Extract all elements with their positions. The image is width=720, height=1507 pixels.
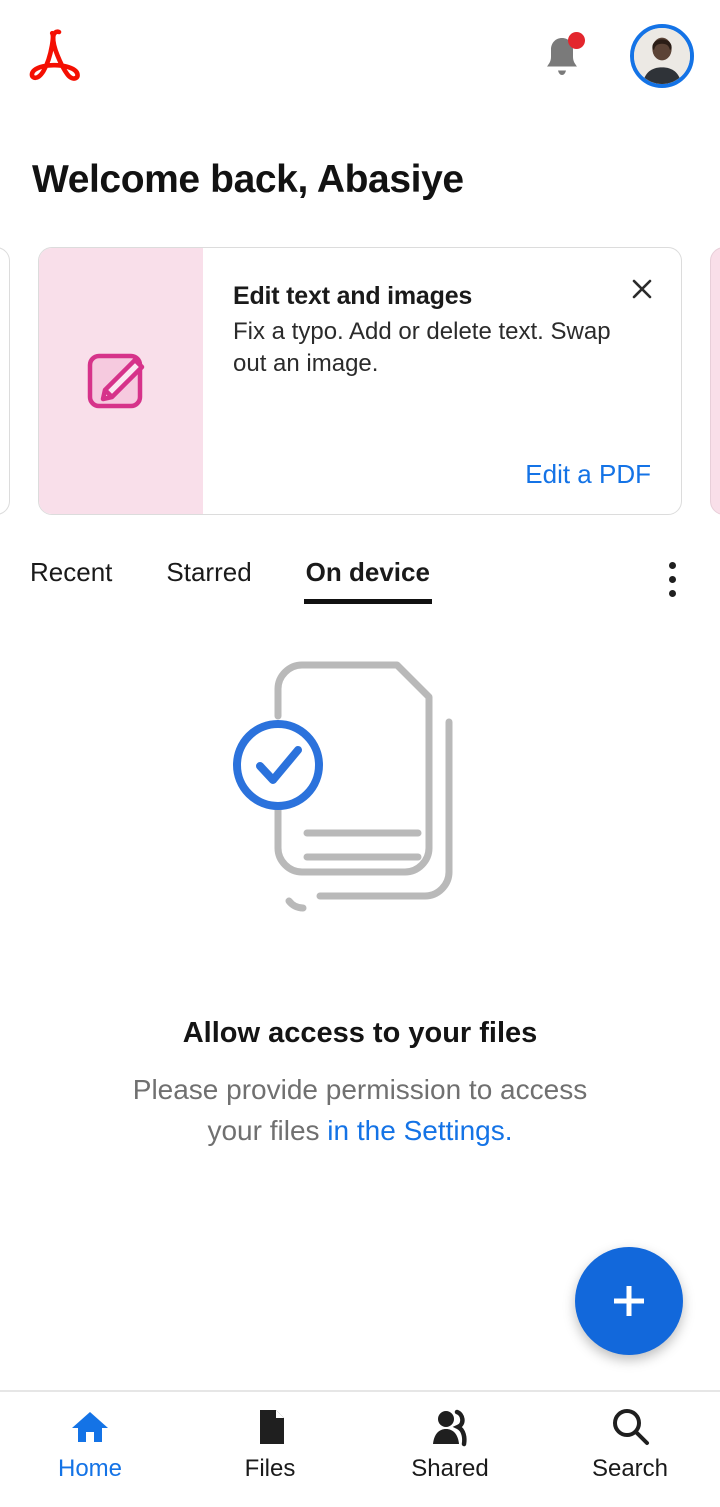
promo-content: Edit text and images Fix a typo. Add or … — [203, 248, 681, 514]
file-tabs: Recent Starred On device — [0, 557, 720, 604]
edit-pencil-icon — [87, 353, 145, 409]
promo-card-previous[interactable] — [0, 247, 10, 515]
documents-check-illustration — [233, 661, 453, 912]
edit-a-pdf-link[interactable]: Edit a PDF — [525, 459, 657, 496]
plus-icon — [614, 1286, 644, 1316]
promo-title: Edit text and images — [233, 282, 473, 310]
page-title: Welcome back, Abasiye — [32, 158, 464, 201]
settings-link[interactable]: in the Settings. — [327, 1115, 512, 1146]
nav-item-files[interactable]: Files — [180, 1406, 360, 1483]
empty-state-description: Please provide permission to access your… — [125, 1070, 595, 1151]
acrobat-logo[interactable] — [28, 26, 82, 86]
tab-recent[interactable]: Recent — [30, 557, 112, 604]
empty-state-title: Allow access to your files — [182, 1017, 538, 1049]
app-header — [0, 0, 720, 112]
promo-thumbnail — [39, 248, 203, 514]
header-actions — [540, 24, 694, 88]
file-icon — [260, 1410, 284, 1444]
search-icon — [613, 1409, 649, 1445]
empty-state: Allow access to your files Please provid… — [0, 644, 720, 1151]
home-icon — [72, 1412, 108, 1442]
nav-item-shared[interactable]: Shared — [360, 1406, 540, 1483]
avatar[interactable] — [630, 24, 694, 88]
notifications-button[interactable] — [540, 32, 585, 79]
promo-carousel: Edit text and images Fix a typo. Add or … — [0, 247, 720, 519]
nav-item-home[interactable]: Home — [0, 1406, 180, 1483]
tab-starred[interactable]: Starred — [166, 557, 251, 604]
nav-label-shared: Shared — [411, 1455, 489, 1482]
notification-badge — [568, 32, 585, 49]
create-button[interactable] — [575, 1247, 683, 1355]
nav-label-search: Search — [591, 1455, 669, 1482]
people-icon — [433, 1409, 467, 1447]
nav-label-home: Home — [57, 1455, 123, 1482]
nav-item-search[interactable]: Search — [540, 1406, 720, 1483]
tab-on-device[interactable]: On device — [303, 557, 433, 604]
nav-label-files: Files — [244, 1455, 296, 1482]
promo-description: Fix a typo. Add or delete text. Swap out… — [233, 318, 611, 377]
promo-card[interactable]: Edit text and images Fix a typo. Add or … — [38, 247, 682, 515]
more-vertical-icon[interactable] — [650, 557, 694, 601]
promo-card-next[interactable] — [710, 247, 720, 515]
close-icon[interactable] — [625, 272, 659, 306]
bottom-navigation: Home Files Shared Search — [0, 1390, 720, 1507]
